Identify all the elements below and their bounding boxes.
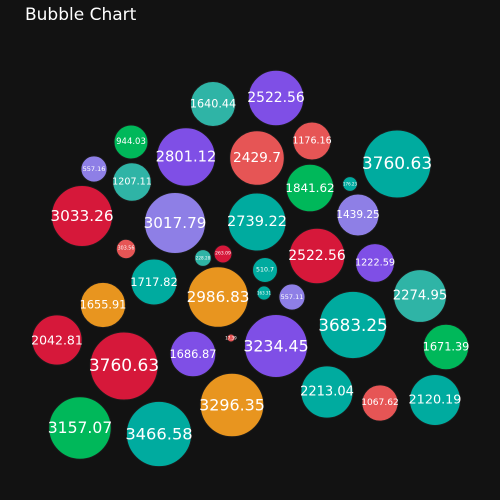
bubble[interactable]: 2213.04 [300, 365, 354, 419]
bubble-label: 3760.63 [89, 356, 159, 376]
chart-container: Bubble Chart 1640.44 2522.56 944.03 2801.12… [0, 0, 500, 500]
bubble[interactable]: 1222.59 [355, 243, 395, 283]
bubble-label: 510.7 [256, 267, 274, 274]
bubble[interactable]: 1176.16 [292, 121, 332, 161]
bubble-label: 2213.04 [300, 385, 354, 400]
bubble-label: 557.16 [83, 165, 106, 173]
bubble-label: 3033.26 [50, 207, 113, 225]
bubble-label: 944.03 [116, 137, 146, 147]
bubble-label: 1686.87 [169, 347, 216, 361]
bubble[interactable]: 2042.81 [31, 314, 83, 366]
bubble-label: 2274.95 [393, 289, 448, 304]
bubble-label: 228.28 [196, 256, 211, 261]
bubble[interactable]: 3017.79 [144, 192, 207, 254]
bubble[interactable]: 3466.58 [125, 400, 193, 468]
bubble-label: 3234.45 [243, 337, 308, 356]
bubble-label: 163.31 [257, 291, 271, 296]
bubble[interactable]: 1207.11 [112, 162, 152, 202]
bubble[interactable]: 228.28 [194, 249, 212, 267]
bubble-label: 3157.07 [48, 419, 112, 437]
bubble-label: 1067.62 [361, 398, 399, 408]
bubble[interactable]: 2274.95 [393, 269, 448, 323]
bubble-chart: 1640.44 2522.56 944.03 2801.12 2429.7 1176.16… [31, 69, 470, 468]
bubble-label: 3296.35 [199, 396, 265, 415]
bubble-label: 1717.82 [130, 275, 178, 289]
bubble-label: 1640.44 [190, 98, 236, 111]
bubble-label: 2801.12 [156, 149, 217, 166]
bubble[interactable]: 3296.35 [199, 372, 265, 438]
bubble-label: 1222.59 [355, 258, 395, 269]
bubble-label: 3017.79 [144, 214, 207, 232]
bubble-label: 1439.25 [336, 209, 379, 221]
bubble[interactable]: 2739.22 [227, 192, 287, 252]
bubble-label: 17.39 [225, 336, 237, 341]
bubble[interactable]: 3760.63 [89, 331, 159, 401]
bubble[interactable]: 303.56 [115, 238, 137, 260]
bubble[interactable]: 2986.83 [187, 266, 250, 328]
bubble[interactable]: 263.09 [213, 244, 233, 264]
bubble-label: 1671.39 [423, 341, 470, 354]
bubble[interactable]: 176.23 [342, 176, 358, 192]
bubble[interactable]: 2522.56 [288, 227, 346, 285]
bubble[interactable]: 2801.12 [156, 127, 217, 187]
bubble[interactable]: 3033.26 [50, 185, 114, 247]
bubble-label: 176.23 [343, 182, 357, 187]
bubble[interactable]: 1439.25 [336, 193, 380, 237]
bubble[interactable]: 1671.39 [423, 323, 470, 371]
bubble-label: 1207.11 [112, 177, 152, 188]
bubble-label: 2522.56 [288, 248, 345, 264]
bubble[interactable]: 557.16 [80, 155, 108, 183]
bubble[interactable]: 17.39 [225, 333, 237, 343]
bubble-label: 557.11 [281, 293, 304, 301]
bubble[interactable]: 557.11 [278, 283, 306, 311]
bubble[interactable]: 2522.56 [247, 69, 305, 127]
bubble[interactable]: 3683.25 [318, 290, 388, 360]
bubble-label: 3760.63 [362, 154, 432, 174]
bubble[interactable]: 3234.45 [243, 314, 309, 378]
bubble-label: 3683.25 [318, 315, 387, 335]
bubble-label: 2986.83 [187, 288, 250, 306]
bubble-label: 263.09 [215, 251, 231, 257]
bubble-label: 3466.58 [125, 425, 192, 444]
bubble[interactable]: 944.03 [113, 124, 149, 160]
bubble[interactable]: 1686.87 [169, 330, 217, 378]
bubble-label: 303.56 [118, 246, 135, 252]
bubble[interactable]: 1717.82 [130, 258, 178, 306]
bubble[interactable]: 2429.7 [229, 130, 285, 186]
bubble[interactable]: 163.31 [256, 285, 272, 301]
bubble-label: 1841.62 [285, 181, 334, 195]
bubble[interactable]: 1067.62 [361, 384, 399, 422]
bubble-label: 2042.81 [31, 333, 83, 348]
bubble[interactable]: 3157.07 [48, 396, 112, 460]
bubble-label: 2522.56 [247, 90, 304, 106]
bubble-label: 1176.16 [292, 136, 331, 147]
bubble[interactable]: 1655.91 [80, 281, 127, 329]
bubble-label: 2120.19 [409, 393, 462, 408]
bubble-label: 2739.22 [227, 214, 287, 230]
bubble[interactable]: 510.7 [252, 257, 278, 283]
bubble[interactable]: 1640.44 [190, 81, 236, 127]
bubble[interactable]: 3760.63 [362, 129, 432, 199]
bubble[interactable]: 1841.62 [285, 163, 335, 213]
bubble-label: 1655.91 [80, 299, 127, 312]
bubble-label: 2429.7 [233, 150, 281, 166]
bubble[interactable]: 2120.19 [409, 374, 462, 426]
